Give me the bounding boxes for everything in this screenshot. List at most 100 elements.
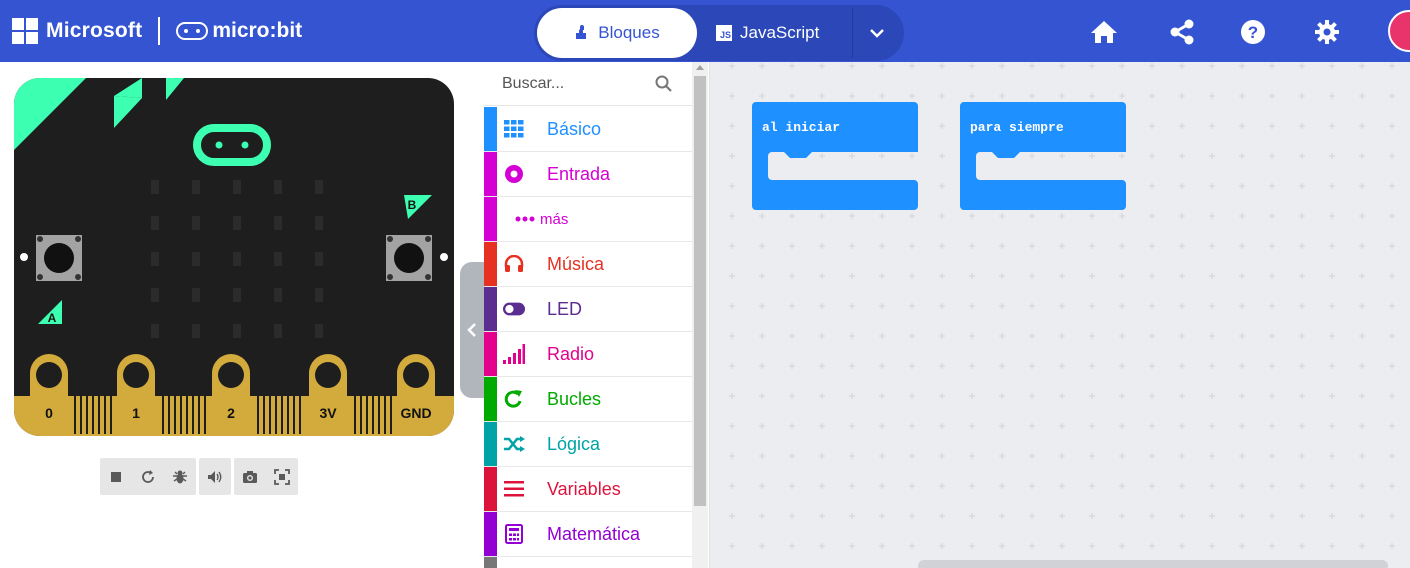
language-dropdown-button[interactable] bbox=[852, 8, 900, 58]
search-input[interactable] bbox=[502, 73, 652, 95]
chevron-down-icon bbox=[869, 29, 884, 38]
avatar[interactable] bbox=[1388, 10, 1410, 52]
help-button[interactable]: ? bbox=[1238, 17, 1268, 47]
microsoft-label: Microsoft bbox=[46, 19, 143, 42]
headphones-icon bbox=[503, 253, 525, 275]
category-logica[interactable]: Lógica bbox=[484, 422, 692, 467]
fullscreen-button[interactable] bbox=[266, 458, 298, 495]
category-color-bar bbox=[484, 512, 497, 556]
restart-icon bbox=[142, 469, 154, 483]
debug-icon bbox=[173, 470, 187, 483]
category-next-partial bbox=[484, 557, 692, 568]
on-start-block-label: al iniciar bbox=[762, 120, 841, 135]
js-icon: JS bbox=[716, 25, 732, 41]
category-label: Lógica bbox=[547, 433, 601, 454]
sim-controls-group bbox=[100, 458, 196, 495]
category-basico[interactable]: Básico bbox=[484, 107, 692, 152]
microsoft-logo-icon bbox=[12, 18, 38, 44]
category-led[interactable]: LED bbox=[484, 287, 692, 332]
category-bucles[interactable]: Bucles bbox=[484, 377, 692, 422]
pin-0-label: 0 bbox=[45, 405, 53, 421]
help-icon: ? bbox=[1241, 20, 1265, 44]
forever-block-label: para siempre bbox=[970, 120, 1064, 135]
category-label: Básico bbox=[547, 118, 602, 139]
toolbox-scrollbar[interactable] bbox=[692, 62, 708, 568]
loop-icon bbox=[503, 388, 525, 410]
category-label: Música bbox=[547, 253, 605, 274]
scroll-up-icon bbox=[696, 65, 704, 70]
category-color-bar bbox=[484, 422, 497, 466]
brand[interactable]: Microsoft micro:bit bbox=[12, 14, 302, 48]
tab-javascript[interactable]: JS JavaScript bbox=[716, 8, 846, 58]
pin-1-label: 1 bbox=[132, 405, 140, 421]
tab-javascript-label: JavaScript bbox=[740, 23, 820, 42]
category-label: LED bbox=[547, 298, 583, 319]
settings-button[interactable] bbox=[1312, 17, 1342, 47]
pin-3v-label: 3V bbox=[319, 405, 337, 421]
category-variables[interactable]: Variables bbox=[484, 467, 692, 512]
list-icon bbox=[503, 478, 525, 500]
workspace-horizontal-scrollbar[interactable] bbox=[918, 560, 1388, 568]
category-label: Entrada bbox=[547, 163, 611, 184]
share-icon bbox=[1170, 19, 1194, 45]
pin-2-label: 2 bbox=[227, 405, 235, 421]
chevron-left-icon bbox=[467, 323, 476, 337]
category-color-bar bbox=[484, 287, 497, 331]
blocks-workspace[interactable]: al iniciar para siempre bbox=[710, 62, 1410, 568]
category-color-bar bbox=[484, 197, 497, 241]
more-icon bbox=[514, 208, 536, 230]
microbit-board[interactable]: A B 0 1 2 3V GND bbox=[14, 78, 454, 436]
category-color-bar bbox=[484, 467, 497, 511]
home-button[interactable] bbox=[1089, 17, 1119, 47]
sim-view-group bbox=[234, 458, 298, 495]
forever-block[interactable] bbox=[960, 102, 1126, 210]
fullscreen-icon bbox=[274, 468, 290, 485]
editor-toggle: Bloques JS JavaScript bbox=[534, 5, 904, 61]
microbit-logo-icon bbox=[176, 22, 209, 40]
brand-separator bbox=[158, 17, 161, 45]
category-label: Bucles bbox=[547, 388, 602, 409]
simulator-toolbar bbox=[100, 458, 298, 495]
category-label: Variables bbox=[547, 478, 621, 499]
grid-icon bbox=[503, 118, 525, 140]
category-musica[interactable]: Música bbox=[484, 242, 692, 287]
category-color-bar bbox=[484, 107, 497, 151]
stop-button[interactable] bbox=[100, 458, 132, 495]
toolbox-search bbox=[484, 62, 692, 106]
collapse-simulator-handle[interactable] bbox=[460, 262, 484, 398]
sim-sound-group bbox=[199, 458, 231, 495]
category-radio[interactable]: Radio bbox=[484, 332, 692, 377]
on-start-block[interactable] bbox=[752, 102, 918, 210]
category-entrada[interactable]: Entrada bbox=[484, 152, 692, 197]
tab-blocks[interactable]: Bloques bbox=[537, 8, 697, 58]
scrollbar-thumb[interactable] bbox=[694, 76, 706, 506]
category-matematica[interactable]: Matemática bbox=[484, 512, 692, 557]
category-color-bar bbox=[484, 557, 497, 568]
toolbox: Básico Entrada más Música bbox=[484, 62, 710, 568]
category-color-bar bbox=[484, 377, 497, 421]
tab-blocks-label: Bloques bbox=[598, 23, 660, 42]
microbit-label: micro:bit bbox=[212, 19, 303, 42]
category-entrada-mas[interactable]: más bbox=[484, 197, 692, 242]
screenshot-button[interactable] bbox=[234, 458, 266, 495]
debug-button[interactable] bbox=[164, 458, 196, 495]
gear-icon bbox=[1315, 20, 1339, 44]
restart-button[interactable] bbox=[132, 458, 164, 495]
svg-text:?: ? bbox=[1248, 23, 1258, 42]
puzzle-icon bbox=[576, 25, 587, 39]
category-label: Radio bbox=[547, 343, 595, 364]
top-bar: Microsoft micro:bit Bloques JS JavaScrip… bbox=[0, 0, 1410, 62]
category-color-bar bbox=[484, 152, 497, 196]
button-a-label: A bbox=[48, 311, 57, 325]
pin-gnd-label: GND bbox=[400, 405, 431, 421]
stop-icon bbox=[111, 471, 121, 482]
sound-button[interactable] bbox=[199, 458, 231, 495]
search-icon[interactable] bbox=[654, 74, 674, 94]
share-button[interactable] bbox=[1167, 17, 1197, 47]
calculator-icon bbox=[503, 523, 525, 545]
toggle-icon bbox=[503, 298, 525, 320]
category-label: Matemática bbox=[547, 523, 641, 544]
shuffle-icon bbox=[503, 433, 525, 455]
camera-icon bbox=[243, 470, 257, 483]
home-icon bbox=[1091, 21, 1117, 43]
